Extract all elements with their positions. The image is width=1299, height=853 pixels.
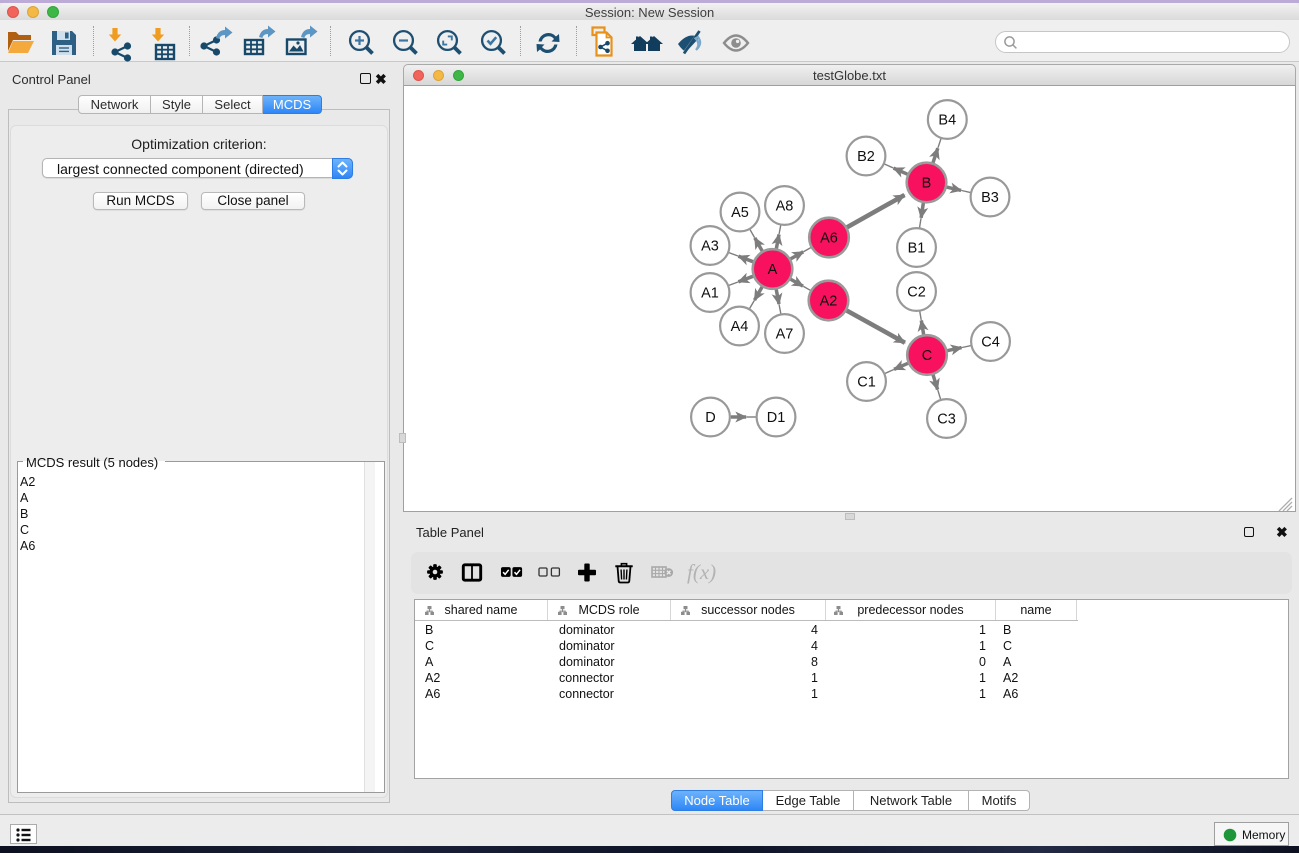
svg-text:B: B: [922, 176, 932, 192]
svg-text:A: A: [768, 262, 778, 278]
svg-text:D1: D1: [767, 410, 786, 426]
svg-text:D: D: [705, 410, 715, 426]
svg-text:A8: A8: [776, 199, 794, 215]
svg-text:B3: B3: [981, 190, 999, 206]
svg-text:A3: A3: [701, 239, 719, 255]
svg-text:B2: B2: [857, 149, 875, 165]
svg-text:A5: A5: [731, 205, 749, 221]
svg-text:C: C: [922, 348, 932, 364]
svg-text:C3: C3: [937, 412, 956, 428]
svg-text:C4: C4: [981, 335, 1000, 351]
svg-text:A7: A7: [776, 327, 794, 343]
svg-text:C2: C2: [907, 285, 926, 301]
svg-text:A4: A4: [731, 319, 749, 335]
svg-text:B1: B1: [908, 241, 926, 257]
svg-text:A6: A6: [820, 231, 838, 247]
svg-text:A2: A2: [820, 294, 838, 310]
svg-text:A1: A1: [701, 286, 719, 302]
svg-text:f(x): f(x): [687, 560, 716, 584]
svg-text:B4: B4: [938, 113, 956, 129]
svg-text:C1: C1: [857, 375, 876, 391]
